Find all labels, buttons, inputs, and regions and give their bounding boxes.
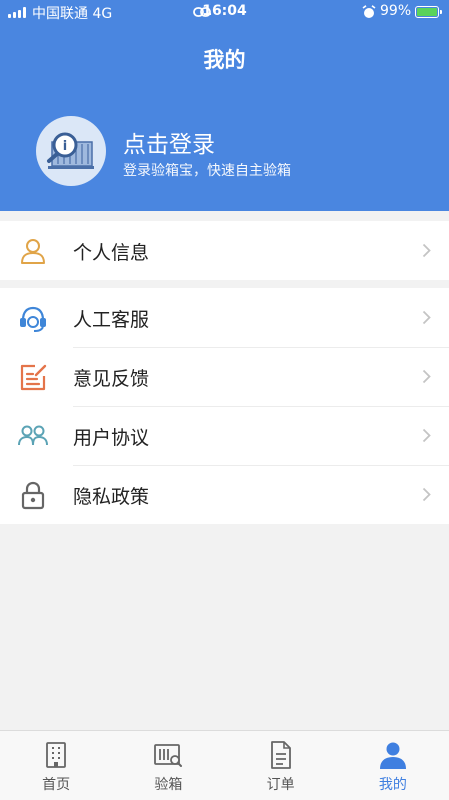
menu-item-customer-service[interactable]: 人工客服 — [0, 288, 449, 347]
menu-item-personal-info[interactable]: 个人信息 — [0, 221, 449, 280]
menu-item-label: 隐私政策 — [73, 486, 150, 508]
tab-label: 验箱 — [154, 777, 183, 793]
document-icon — [270, 741, 291, 769]
menu-item-feedback[interactable]: 意见反馈 — [0, 347, 449, 406]
headset-icon — [20, 306, 46, 332]
avatar[interactable]: i — [36, 116, 106, 186]
tab-label: 订单 — [266, 777, 295, 793]
battery-percent: 99% — [380, 3, 412, 19]
menu-item-label: 用户协议 — [73, 427, 150, 449]
tab-orders[interactable]: 订单 — [225, 731, 337, 800]
menu-item-user-agreement[interactable]: 用户协议 — [0, 406, 449, 465]
login-title[interactable]: 点击登录 — [123, 125, 215, 159]
menu-item-label: 个人信息 — [73, 242, 150, 264]
status-bar: 中国联通 4G 16:04 99% — [0, 0, 449, 24]
users-icon — [18, 425, 48, 446]
svg-text:i: i — [63, 139, 67, 154]
tab-home[interactable]: 首页 — [0, 731, 112, 800]
login-subtitle: 登录验箱宝，快速自主验箱 — [123, 163, 291, 179]
user-icon — [379, 742, 406, 769]
person-icon — [21, 239, 45, 264]
container-search-icon: i — [47, 132, 94, 169]
lock-icon — [21, 481, 45, 510]
profile-header: 我的 i 点击登录 登录验箱宝，快速自主验箱 — [0, 24, 449, 211]
alarm-icon — [362, 5, 376, 18]
menu-item-label: 意见反馈 — [73, 368, 150, 390]
chevron-right-icon — [422, 369, 431, 384]
tab-label: 首页 — [42, 777, 71, 793]
menu-group-account: 个人信息 — [0, 221, 449, 280]
feedback-edit-icon — [20, 364, 47, 391]
battery-icon — [415, 6, 442, 18]
tab-inspect[interactable]: 验箱 — [112, 731, 224, 800]
tab-label: 我的 — [378, 777, 407, 793]
chevron-right-icon — [422, 243, 431, 258]
tab-mine[interactable]: 我的 — [337, 731, 449, 800]
building-icon — [46, 742, 67, 768]
page-title: 我的 — [203, 48, 246, 72]
menu-item-label: 人工客服 — [73, 309, 150, 331]
chevron-right-icon — [422, 487, 431, 502]
bottom-tab-bar: 首页 验箱 订单 我的 — [0, 730, 449, 800]
chevron-right-icon — [422, 310, 431, 325]
container-inspect-icon — [154, 744, 183, 767]
menu-item-privacy-policy[interactable]: 隐私政策 — [0, 465, 449, 524]
menu-group-support: 人工客服 意见反馈 用户协议 隐私政策 — [0, 288, 449, 524]
chevron-right-icon — [422, 428, 431, 443]
